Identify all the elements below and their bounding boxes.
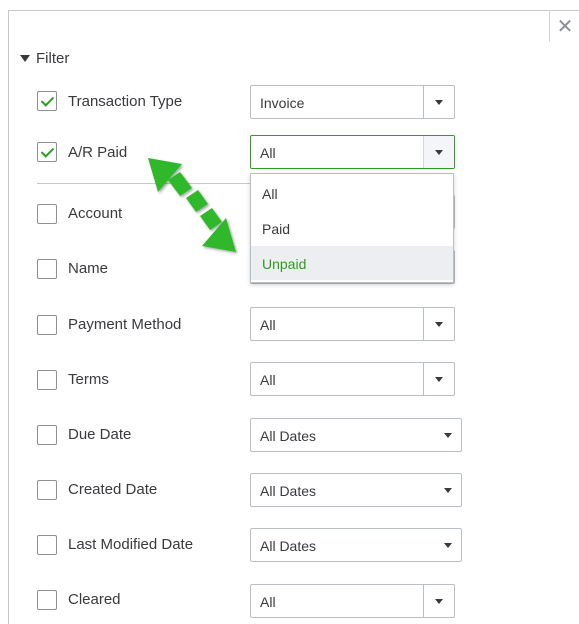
filter-toggle[interactable]: Filter <box>20 50 69 67</box>
label-terms: Terms <box>68 371 109 388</box>
select-value: All <box>260 594 276 610</box>
checkbox-last-modified-date[interactable] <box>37 535 57 555</box>
checkbox-cleared[interactable] <box>37 590 57 610</box>
select-terms[interactable]: All <box>250 362 455 396</box>
select-value: All Dates <box>260 428 317 444</box>
checkbox-transaction-type[interactable] <box>37 91 57 111</box>
checkmark-icon <box>40 144 55 158</box>
chevron-down-icon <box>435 149 443 155</box>
select-created-date[interactable]: All Dates <box>250 473 462 507</box>
checkbox-account[interactable] <box>37 204 57 224</box>
label-name: Name <box>68 260 109 277</box>
label-cleared: Cleared <box>68 591 121 608</box>
checkmark-icon <box>40 93 55 107</box>
dropdown-option-unpaid[interactable]: Unpaid <box>251 246 453 280</box>
label-transaction-type: Transaction Type <box>68 93 183 110</box>
label-account: Account <box>68 205 123 222</box>
dropdown-option-all[interactable]: All <box>251 176 453 210</box>
chevron-down-icon <box>444 542 452 548</box>
select-value: All <box>260 317 276 333</box>
chevron-down-icon <box>435 376 443 382</box>
select-cleared[interactable]: All <box>250 584 455 618</box>
select-value: All Dates <box>260 538 317 554</box>
annotation-double-arrow <box>148 158 236 252</box>
chevron-down-icon <box>435 598 443 604</box>
close-button[interactable]: ✕ <box>549 10 579 42</box>
checkbox-created-date[interactable] <box>37 480 57 500</box>
triangle-down-icon <box>20 55 30 62</box>
ar-paid-dropdown-menu: All Paid Unpaid <box>250 173 454 283</box>
label-last-modified-date: Last Modified Date <box>68 536 194 553</box>
checkbox-name[interactable] <box>37 259 57 279</box>
select-value: All <box>260 372 276 388</box>
label-ar-paid: A/R Paid <box>68 144 128 161</box>
chevron-down-icon <box>435 99 443 105</box>
chevron-down-icon <box>444 432 452 438</box>
label-payment-method: Payment Method <box>68 316 182 333</box>
label-due-date: Due Date <box>68 426 132 443</box>
select-payment-method[interactable]: All <box>250 307 455 341</box>
chevron-down-icon <box>435 321 443 327</box>
checkbox-payment-method[interactable] <box>37 315 57 335</box>
checkbox-terms[interactable] <box>37 370 57 390</box>
checkbox-due-date[interactable] <box>37 425 57 445</box>
chevron-down-icon <box>444 487 452 493</box>
close-icon: ✕ <box>556 15 574 38</box>
filter-label: Filter <box>36 50 70 67</box>
select-value: Invoice <box>260 95 305 111</box>
select-due-date[interactable]: All Dates <box>250 418 462 452</box>
select-value: All Dates <box>260 483 317 499</box>
dropdown-option-paid[interactable]: Paid <box>251 211 453 245</box>
checkbox-ar-paid[interactable] <box>37 142 57 162</box>
select-ar-paid[interactable]: All <box>250 135 455 169</box>
select-last-modified-date[interactable]: All Dates <box>250 528 462 562</box>
select-transaction-type[interactable]: Invoice <box>250 85 455 119</box>
select-value: All <box>260 145 276 161</box>
label-created-date: Created Date <box>68 481 158 498</box>
